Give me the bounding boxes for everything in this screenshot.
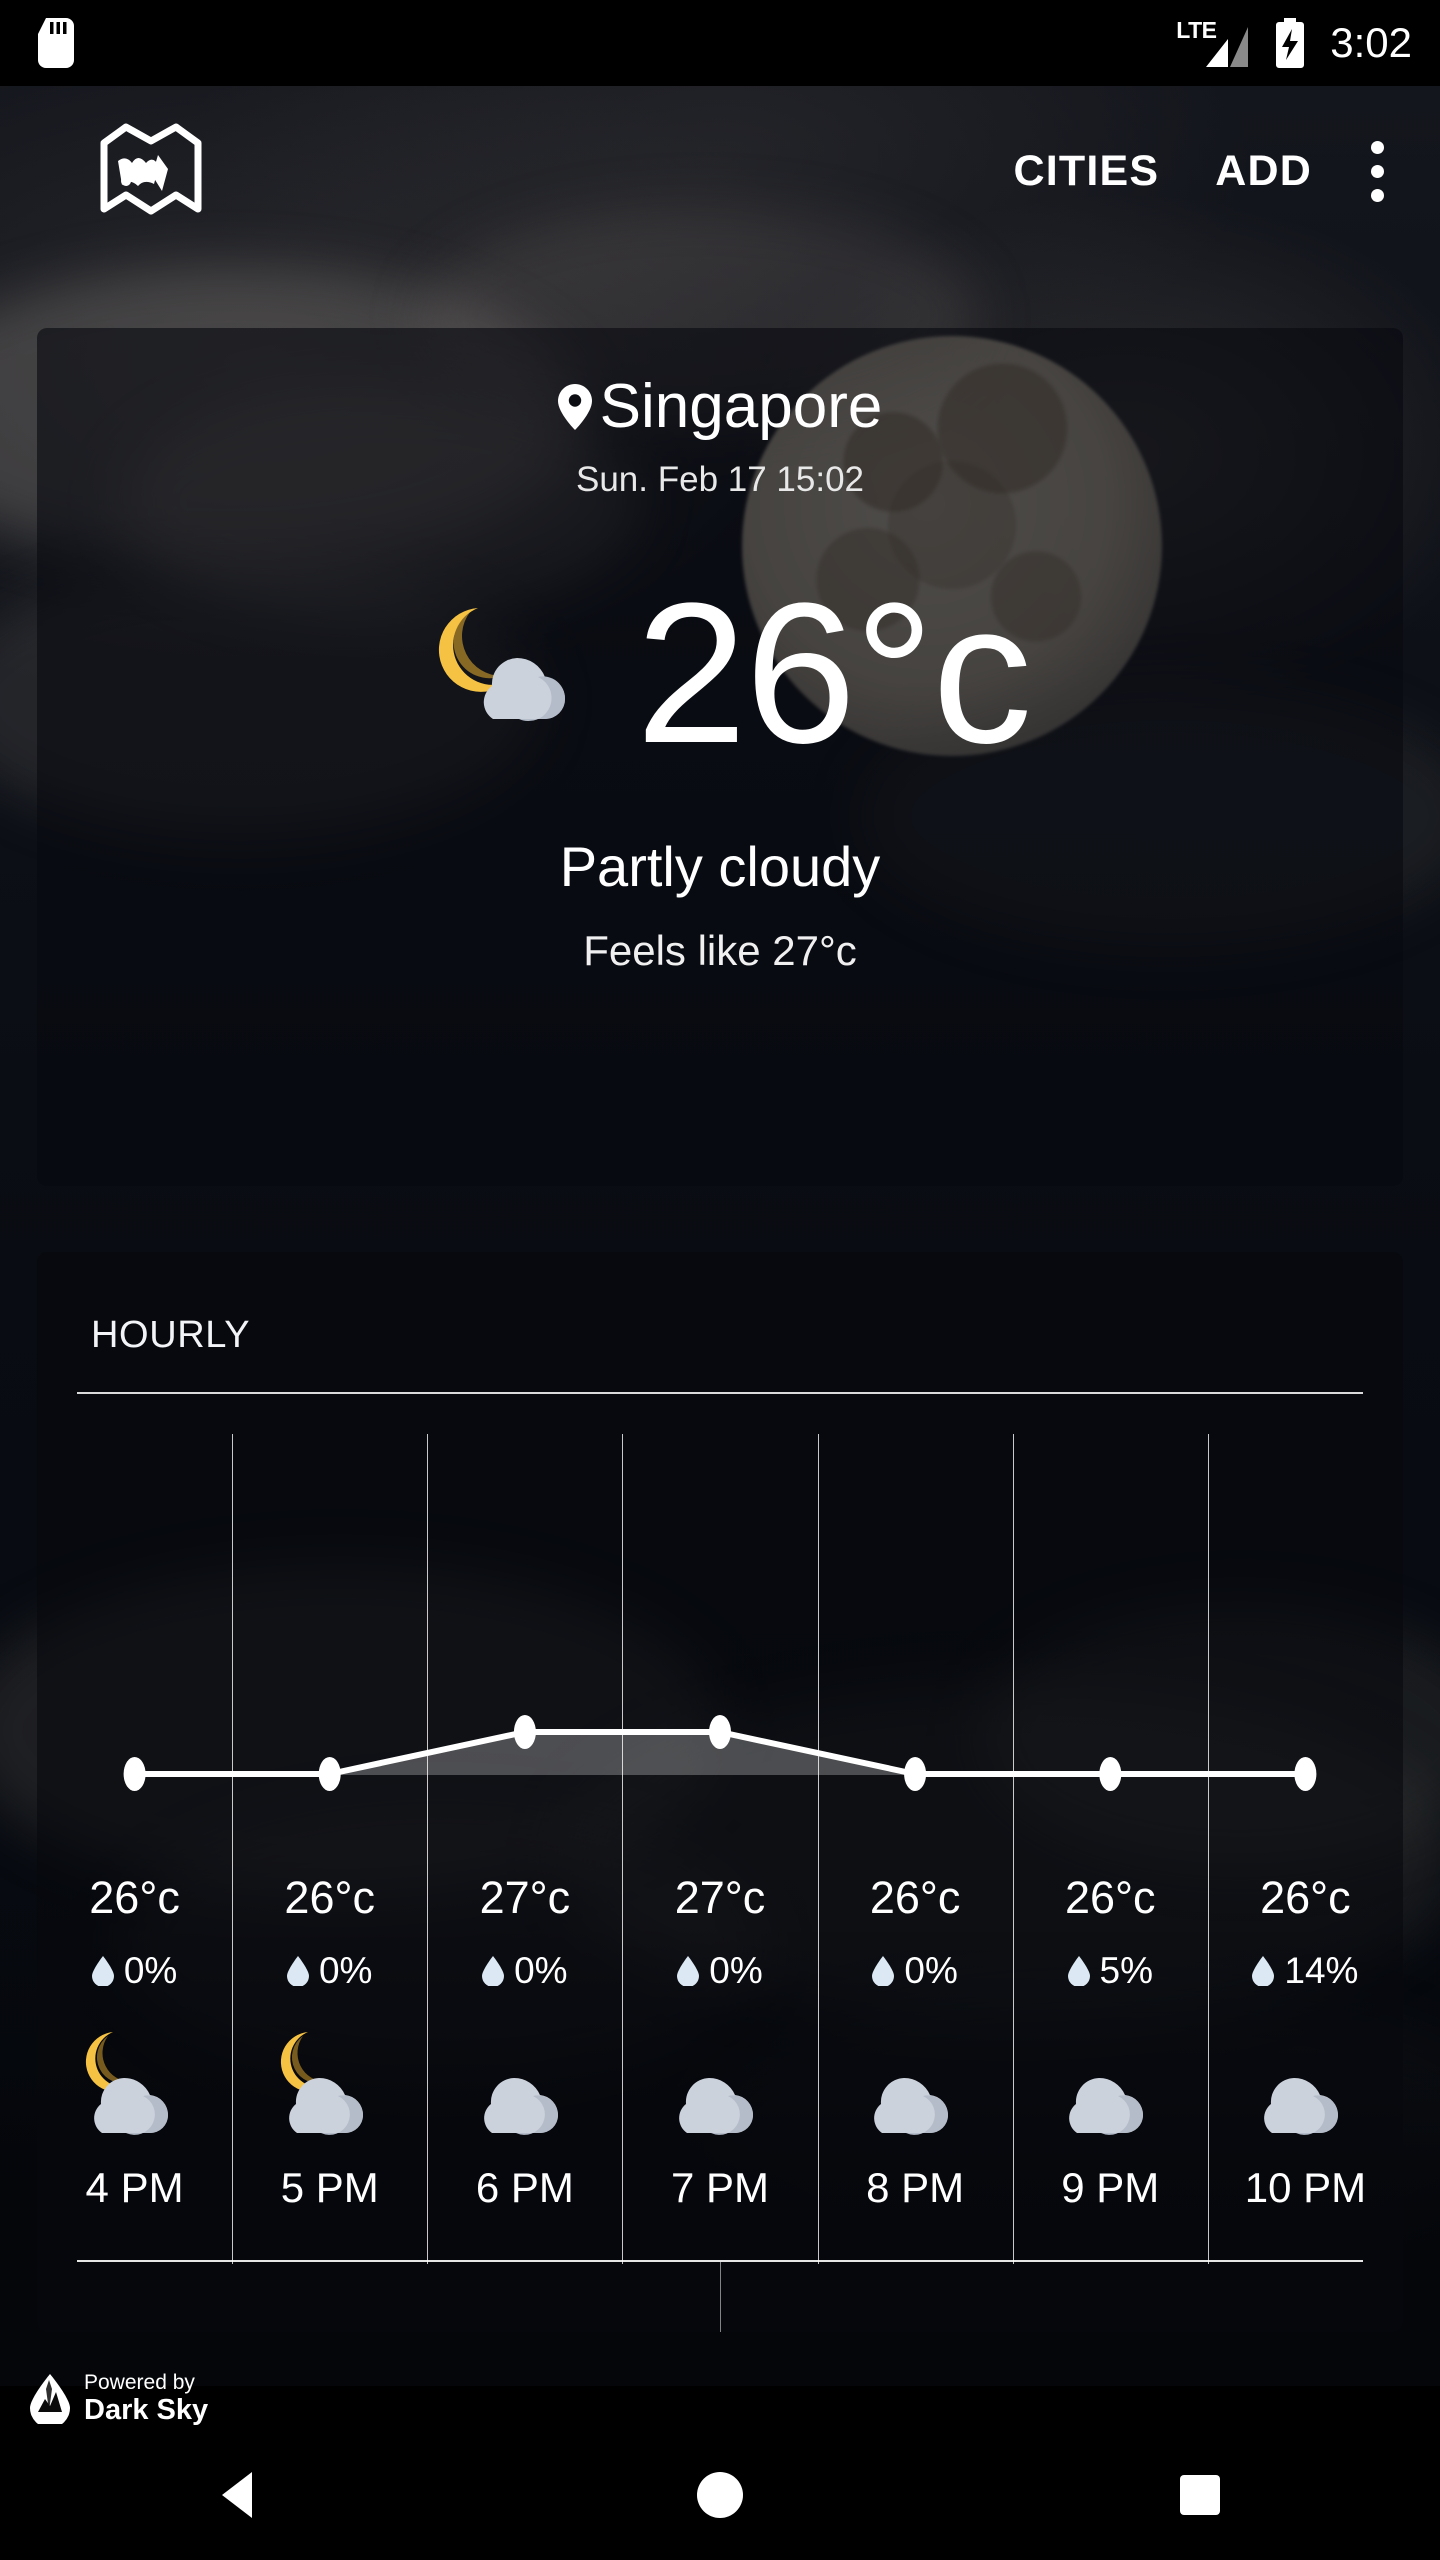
water-drop-icon <box>91 1956 114 1986</box>
cloud-icon <box>679 2077 753 2135</box>
location-name: Singapore <box>599 372 883 441</box>
hourly-precipitation: 14% <box>1208 1950 1403 1992</box>
app-bar: CITIES ADD <box>0 86 1440 256</box>
hourly-time-label: 5 PM <box>280 2164 379 2211</box>
hourly-body: 26°c 0% 4 PM 26°c 0% 5 PM 27°c 0% 6 PM 27°c 0% 7 PM… <box>37 1402 1403 2332</box>
location-row: Singapore <box>37 328 1403 438</box>
overflow-menu-icon[interactable] <box>1340 121 1414 221</box>
hourly-section-title: HOURLY <box>91 1314 251 1356</box>
cloud-icon <box>1264 2077 1339 2135</box>
hourly-column[interactable]: 27°c 0% 7 PM <box>622 1402 817 2332</box>
feels-like-text: Feels like 27°c <box>583 927 857 974</box>
hourly-temperature: 26°c <box>89 1872 180 1923</box>
home-circle-icon <box>697 2472 743 2518</box>
hourly-grid-line <box>622 1434 624 2264</box>
hourly-temperature: 26°c <box>1260 1872 1351 1923</box>
status-bar-clock: 3:02 <box>1330 19 1412 66</box>
dark-sky-text: Powered by Dark Sky <box>84 2371 209 2426</box>
hourly-title-divider <box>77 1392 1363 1394</box>
moon-behind-cloud-icon <box>280 2032 363 2135</box>
hourly-precipitation: 0% <box>622 1950 817 1992</box>
hourly-precipitation-value: 0% <box>123 1950 178 1991</box>
back-triangle-icon <box>222 2472 252 2518</box>
hourly-column[interactable]: 26°c 0% 8 PM <box>817 1402 1013 2332</box>
hourly-precipitation-value: 0% <box>318 1950 373 1991</box>
hourly-time-label: 4 PM <box>85 2164 184 2211</box>
signal-bars-icon <box>1206 27 1249 67</box>
moon-behind-cloud-icon <box>438 608 565 722</box>
hourly-temperature: 27°c <box>674 1872 766 1923</box>
hourly-time-label: 9 PM <box>1061 2164 1160 2211</box>
recents-button[interactable] <box>1140 2435 1260 2555</box>
map-logo-icon[interactable] <box>96 121 206 221</box>
water-drop-icon <box>1067 1956 1090 1986</box>
battery-charging-icon <box>1276 18 1305 68</box>
location-pin-icon <box>557 384 592 430</box>
water-drop-icon <box>677 1956 700 1986</box>
water-drop-icon <box>482 1956 505 1986</box>
hourly-grid-line <box>232 1434 234 2264</box>
current-temperature-row: 26°c <box>37 574 1403 774</box>
current-datetime: Sun. Feb 17 15:02 <box>576 460 864 499</box>
hourly-time-label: 7 PM <box>670 2164 769 2211</box>
next-section-divider <box>720 2262 721 2332</box>
hourly-forecast-card[interactable]: HOURLY 26°c 0% 4 PM 26°c 0% 5 PM 27°c 0% 6 PM 27°… <box>37 1252 1403 2332</box>
recents-square-icon <box>1180 2475 1220 2515</box>
hourly-precipitation-value: 0% <box>709 1950 763 1991</box>
water-drop-icon <box>286 1956 309 1986</box>
cloud-icon <box>1069 2077 1144 2135</box>
hourly-precipitation: 5% <box>1013 1950 1208 1992</box>
dark-sky-drop-icon <box>30 2373 70 2424</box>
weather-app-screen: LTE 3:02 CITIES ADD Singapore Sun. Feb 1… <box>0 0 1440 2560</box>
provider-name: Dark Sky <box>84 2393 209 2426</box>
hourly-precipitation: 0% <box>37 1950 232 1992</box>
network-indicator: LTE <box>1176 17 1250 67</box>
current-condition: Partly cloudy <box>559 835 881 898</box>
hourly-temperature: 26°c <box>284 1872 375 1923</box>
hourly-column[interactable]: 27°c 0% 6 PM <box>427 1402 622 2332</box>
hourly-columns: 26°c 0% 4 PM 26°c 0% 5 PM 27°c 0% 6 PM 27°c 0% 7 PM… <box>37 1402 1403 2332</box>
hourly-time-label: 8 PM <box>866 2164 965 2211</box>
hourly-grid-line <box>1012 1434 1014 2264</box>
hourly-column[interactable]: 26°c 5% 9 PM <box>1012 1402 1208 2332</box>
hourly-temperature: 26°c <box>1064 1872 1156 1923</box>
hourly-precipitation-value: 14% <box>1284 1950 1359 1991</box>
hourly-precipitation: 0% <box>818 1950 1013 1992</box>
hourly-column[interactable]: 26°c 0% 4 PM <box>37 1402 232 2332</box>
hourly-grid-line <box>1207 1434 1209 2264</box>
cities-button[interactable]: CITIES <box>985 129 1187 214</box>
hourly-grid-line <box>427 1434 429 2264</box>
cloud-icon <box>483 2077 558 2135</box>
hourly-precipitation: 0% <box>427 1950 622 1992</box>
dark-sky-attribution[interactable]: Powered by Dark Sky <box>30 2371 209 2426</box>
cloud-icon <box>874 2077 949 2135</box>
hourly-time-label: 10 PM <box>1244 2164 1367 2211</box>
status-bar: LTE 3:02 <box>0 0 1440 86</box>
current-weather-card[interactable]: Singapore Sun. Feb 17 15:02 26°c Partly … <box>37 328 1403 1186</box>
hourly-temperature: 27°c <box>479 1872 571 1923</box>
current-temperature: 26°c <box>635 562 1032 785</box>
water-drop-icon <box>872 1956 895 1986</box>
android-nav-bar <box>0 2430 1440 2560</box>
add-button[interactable]: ADD <box>1187 129 1340 214</box>
sd-card-icon <box>38 18 74 68</box>
powered-by-label: Powered by <box>84 2371 195 2394</box>
hourly-grid-line <box>817 1434 819 2264</box>
home-button[interactable] <box>660 2435 780 2555</box>
hourly-column[interactable]: 26°c 0% 5 PM <box>232 1402 427 2332</box>
hourly-precipitation: 0% <box>232 1950 427 1992</box>
app-bar-actions: CITIES ADD <box>985 121 1414 221</box>
hourly-precipitation-value: 0% <box>514 1950 568 1991</box>
hourly-precipitation-value: 0% <box>904 1950 958 1991</box>
hourly-precipitation-value: 5% <box>1099 1950 1154 1991</box>
moon-behind-cloud-icon <box>85 2032 168 2135</box>
status-bar-right: LTE 3:02 <box>1176 0 1412 86</box>
hourly-column[interactable]: 26°c 14% 10 PM <box>1207 1402 1403 2332</box>
hourly-temperature: 26°c <box>869 1872 961 1923</box>
water-drop-icon <box>1252 1956 1275 1986</box>
back-button[interactable] <box>180 2435 300 2555</box>
hourly-time-label: 6 PM <box>475 2164 574 2211</box>
